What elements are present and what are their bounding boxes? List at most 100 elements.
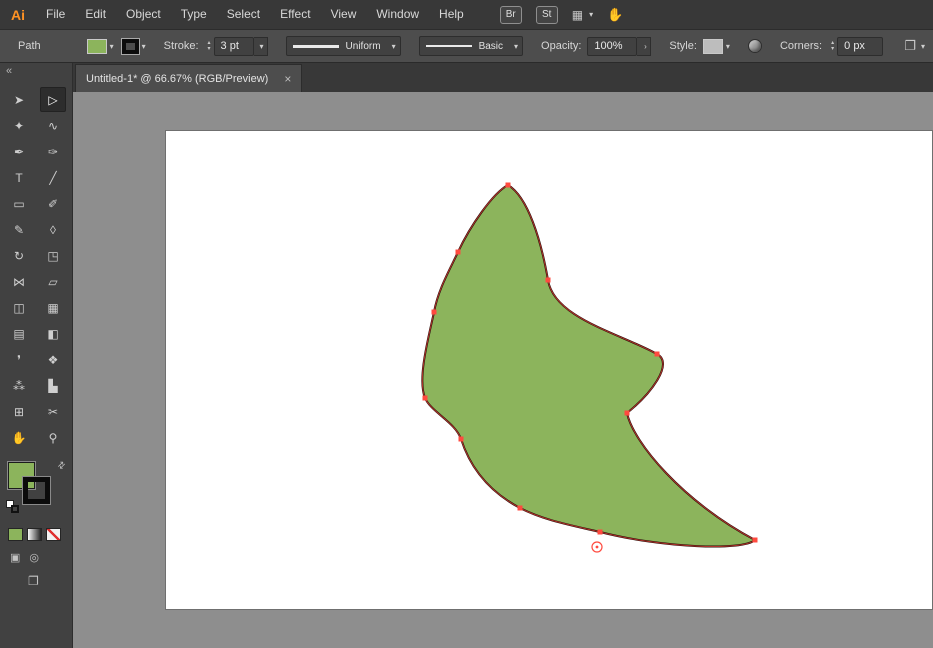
corners-stepper[interactable]: ▴ ▾ [831, 40, 834, 52]
stroke-weight-caret[interactable]: ▾ [253, 36, 268, 56]
type-tool[interactable]: T [6, 165, 32, 190]
opacity-flyout[interactable]: › [637, 36, 652, 56]
tools-panel: « ➤ ▷ ✦ ∿ ✒ ✑ T ╱ ▭ ✐ ✎ ◊ ↻ ◳ ⋈ ▱ ◫ ▦ ▤ ◧ ❜ ❖ ⁂ ▙ ⊞ ✂ ✋ ⚲ ⇄ ▣ ◎ [0, 63, 73, 648]
style-caret-icon[interactable]: ▾ [726, 42, 730, 51]
fill-stroke-cluster: ⇄ [6, 459, 69, 514]
eraser-tool[interactable]: ◊ [40, 217, 66, 242]
stroke-weight-input[interactable]: 3 pt [213, 36, 254, 56]
free-transform-tool[interactable]: ▱ [40, 269, 66, 294]
column-graph-tool[interactable]: ▙ [40, 373, 66, 398]
slice-tool[interactable]: ✂ [40, 399, 66, 424]
blend-tool[interactable]: ❖ [40, 347, 66, 372]
menu-object[interactable]: Object [116, 0, 171, 29]
style-swatch[interactable] [702, 38, 723, 54]
menu-type[interactable]: Type [171, 0, 217, 29]
opacity-input[interactable]: 100% [587, 36, 638, 56]
eyedropper-tool[interactable]: ❜ [6, 347, 32, 372]
hand-tool[interactable]: ✋ [6, 425, 32, 450]
direct-selection-tool[interactable]: ▷ [40, 87, 66, 112]
line-segment-tool[interactable]: ╱ [40, 165, 66, 190]
magic-wand-tool[interactable]: ✦ [6, 113, 32, 138]
pencil-tool[interactable]: ✎ [6, 217, 32, 242]
default-fill-stroke-icon[interactable] [6, 500, 22, 514]
anchor-point[interactable] [624, 410, 630, 416]
width-tool[interactable]: ⋈ [6, 269, 32, 294]
arrange-documents-icon[interactable]: ❐ ▾ [904, 38, 925, 54]
menu-edit[interactable]: Edit [75, 0, 116, 29]
stroke-stepper[interactable]: ▴ ▾ [208, 40, 211, 52]
anchor-point[interactable] [455, 249, 461, 255]
lasso-tool[interactable]: ∿ [40, 113, 66, 138]
corners-input[interactable]: 0 px [837, 36, 884, 56]
fill-caret-icon[interactable]: ▾ [110, 42, 114, 51]
stepper-down-icon[interactable]: ▾ [831, 46, 834, 52]
menu-file[interactable]: File [36, 0, 75, 29]
document-page-icon: ❐ [904, 38, 916, 53]
draw-behind-icon[interactable]: ◎ [29, 551, 39, 564]
color-button[interactable] [8, 528, 23, 541]
anchor-point[interactable] [654, 351, 660, 357]
swap-fill-stroke-icon[interactable]: ⇄ [56, 459, 69, 472]
pen-tool[interactable]: ✒ [6, 139, 32, 164]
mesh-tool[interactable]: ▤ [6, 321, 32, 346]
stroke-color-indicator[interactable] [22, 476, 51, 505]
paintbrush-tool[interactable]: ✐ [40, 191, 66, 216]
color-mode-row [8, 528, 72, 541]
workspace-grid-icon: ▦ [571, 7, 584, 22]
zoom-tool[interactable]: ⚲ [40, 425, 66, 450]
recolor-artwork-icon[interactable] [747, 39, 762, 53]
style-label: Style: [669, 40, 697, 52]
corners-label: Corners: [779, 40, 823, 52]
menu-help[interactable]: Help [429, 0, 474, 29]
menu-window[interactable]: Window [366, 0, 429, 29]
close-icon[interactable]: × [284, 72, 291, 86]
menu-items: File Edit Object Type Select Effect View Window… [36, 0, 474, 29]
anchor-point[interactable] [505, 182, 511, 188]
brush-preview [425, 45, 472, 47]
chevron-down-icon: ▾ [589, 10, 594, 19]
selected-path[interactable] [421, 183, 757, 548]
collapse-panel-icon[interactable]: « [0, 63, 72, 83]
menu-effect[interactable]: Effect [270, 0, 320, 29]
curvature-tool[interactable]: ✑ [40, 139, 66, 164]
rectangle-tool[interactable]: ▭ [6, 191, 32, 216]
variable-width-dropdown[interactable]: Uniform ▾ [285, 36, 401, 56]
anchor-indicator-dot [595, 545, 599, 549]
stroke-caret-icon[interactable]: ▾ [142, 42, 146, 51]
anchor-point[interactable] [597, 529, 603, 535]
scale-tool[interactable]: ◳ [40, 243, 66, 268]
anchor-point[interactable] [422, 395, 428, 401]
menu-view[interactable]: View [321, 0, 367, 29]
draw-modes-row: ▣ ◎ [10, 551, 72, 564]
chevron-right-icon: › [644, 41, 647, 51]
fill-swatch[interactable] [86, 38, 107, 54]
artboard-tool[interactable]: ⊞ [6, 399, 32, 424]
brush-definition-dropdown[interactable]: Basic ▾ [418, 36, 524, 56]
perspective-grid-tool[interactable]: ▦ [40, 295, 66, 320]
control-bar: Path ▾ ▾ Stroke: ▴ ▾ 3 pt ▾ Uniform ▾ Ba… [0, 29, 933, 63]
menu-select[interactable]: Select [217, 0, 270, 29]
workspace-switcher[interactable]: ▦ ▾ [572, 8, 593, 22]
stepper-down-icon[interactable]: ▾ [208, 46, 211, 52]
anchor-point[interactable] [458, 436, 464, 442]
tab-bar: Untitled-1* @ 66.67% (RGB/Preview) × [73, 63, 933, 92]
document-tab[interactable]: Untitled-1* @ 66.67% (RGB/Preview) × [75, 64, 303, 92]
bridge-button[interactable]: Br [499, 5, 522, 24]
anchor-point[interactable] [431, 309, 437, 315]
stock-button[interactable]: St [535, 5, 558, 24]
hand-swirl-icon[interactable]: ✋ [607, 7, 623, 23]
stroke-swatch[interactable] [120, 37, 140, 55]
anchor-point[interactable] [517, 505, 523, 511]
draw-normal-icon[interactable]: ▣ [10, 551, 20, 564]
document-column: Untitled-1* @ 66.67% (RGB/Preview) × [73, 63, 933, 648]
anchor-point[interactable] [545, 277, 551, 283]
gradient-button[interactable] [27, 528, 42, 541]
anchor-point[interactable] [752, 537, 758, 543]
screen-mode-icon[interactable]: ❐ [28, 574, 39, 588]
none-button[interactable] [46, 528, 61, 541]
selection-tool[interactable]: ➤ [6, 87, 32, 112]
gradient-tool[interactable]: ◧ [40, 321, 66, 346]
rotate-tool[interactable]: ↻ [6, 243, 32, 268]
shape-builder-tool[interactable]: ◫ [6, 295, 32, 320]
symbol-sprayer-tool[interactable]: ⁂ [6, 373, 32, 398]
